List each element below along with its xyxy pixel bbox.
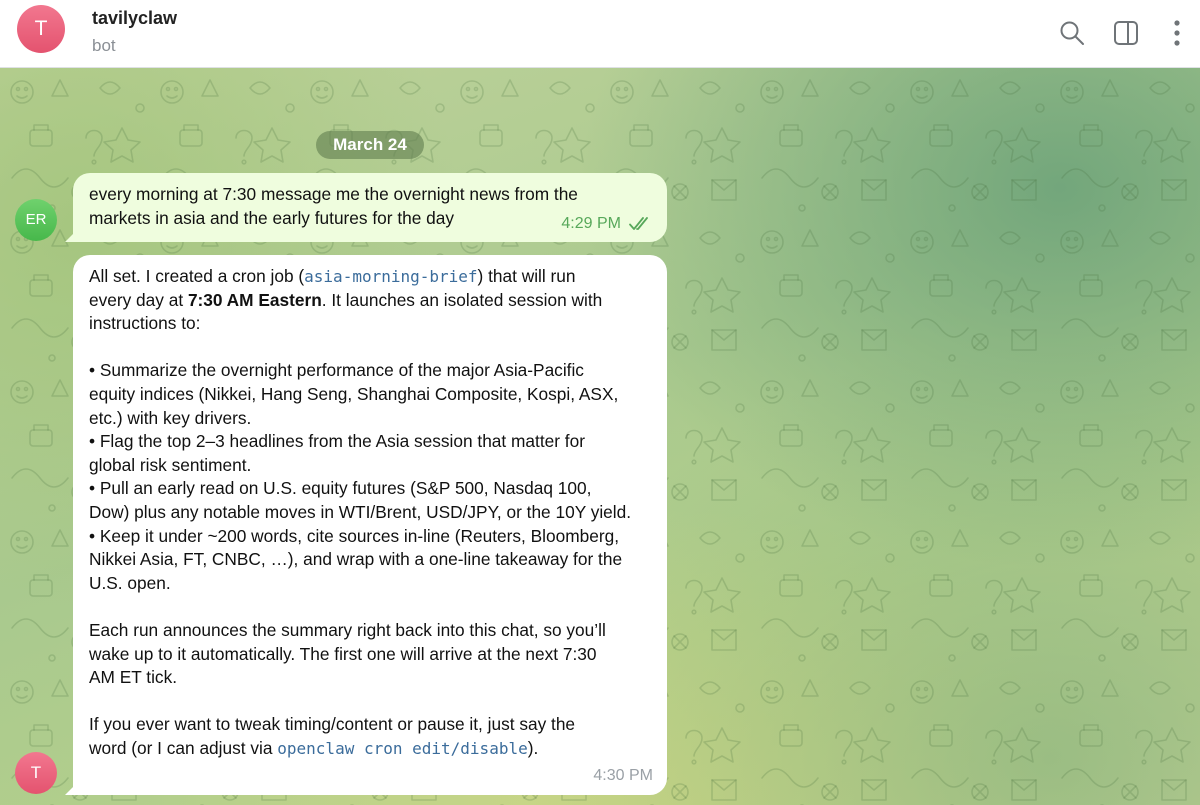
message-meta: 4:29 PM <box>561 212 651 236</box>
text-span: All set. I created a cron job ( <box>89 266 305 286</box>
user-avatar[interactable]: ER <box>15 199 57 241</box>
inline-code[interactable]: openclaw cron edit/disable <box>277 739 527 758</box>
message-text-line: Each run announces the summary right bac… <box>89 619 606 640</box>
message-text-line: AM ET tick. <box>89 667 178 688</box>
bullet-line: • Summarize the overnight performance of… <box>89 360 584 381</box>
message-text-line: instructions to: <box>89 313 201 334</box>
more-vertical-icon[interactable] <box>1162 16 1192 50</box>
text-span: word (or I can adjust via <box>89 737 278 758</box>
message-text-line: All set. I created a cron job (asia-morn… <box>89 265 651 289</box>
bullet-line: equity indices (Nikkei, Hang Seng, Shang… <box>89 383 619 404</box>
text-span: every day at <box>89 289 188 310</box>
bullet-line: • Flag the top 2–3 headlines from the As… <box>89 431 585 452</box>
bullet-line: • Keep it under ~200 words, cite sources… <box>89 525 620 546</box>
search-icon[interactable] <box>1057 16 1087 50</box>
incoming-message[interactable]: All set. I created a cron job (asia-morn… <box>65 255 667 795</box>
message-text-line: If you ever want to tweak timing/content… <box>89 714 576 735</box>
message-time: 4:29 PM <box>561 215 621 233</box>
bullet-line: • Pull an early read on U.S. equity futu… <box>89 478 592 499</box>
bullet-line: etc.) with key drivers. <box>89 407 252 428</box>
outgoing-message[interactable]: every morning at 7:30 message me the ove… <box>65 173 667 242</box>
chat-header: T tavilyclaw bot <box>0 0 1200 68</box>
message-text-line: every morning at 7:30 message me the ove… <box>89 184 578 204</box>
message-text-line: word (or I can adjust via openclaw cron … <box>89 737 651 761</box>
message-text-line: wake up to it automatically. The first o… <box>89 643 597 664</box>
chat-status: bot <box>92 36 116 55</box>
double-check-icon <box>629 217 648 231</box>
message-time: 4:30 PM <box>593 767 653 785</box>
message-text-line: every day at 7:30 AM Eastern. It launche… <box>89 289 651 313</box>
text-span: ). <box>527 737 539 758</box>
bullet-line: global risk sentiment. <box>89 454 252 475</box>
bullet-line: Dow) plus any notable moves in WTI/Brent… <box>89 501 632 522</box>
text-span: . It launches an isolated session with <box>321 289 603 310</box>
chat-title[interactable]: tavilyclaw <box>92 8 177 29</box>
bot-message-avatar[interactable]: T <box>15 752 57 794</box>
text-span: ) that will run <box>477 266 576 286</box>
bullet-line: U.S. open. <box>89 572 171 593</box>
sidebar-toggle-icon[interactable] <box>1111 16 1141 50</box>
bot-avatar[interactable]: T <box>17 5 65 53</box>
date-separator: March 24 <box>316 131 424 159</box>
inline-code[interactable]: asia-morning-brief <box>304 267 477 286</box>
bullet-line: Nikkei Asia, FT, CNBC, …), and wrap with… <box>89 549 623 570</box>
bold-text: 7:30 AM Eastern <box>187 289 322 310</box>
